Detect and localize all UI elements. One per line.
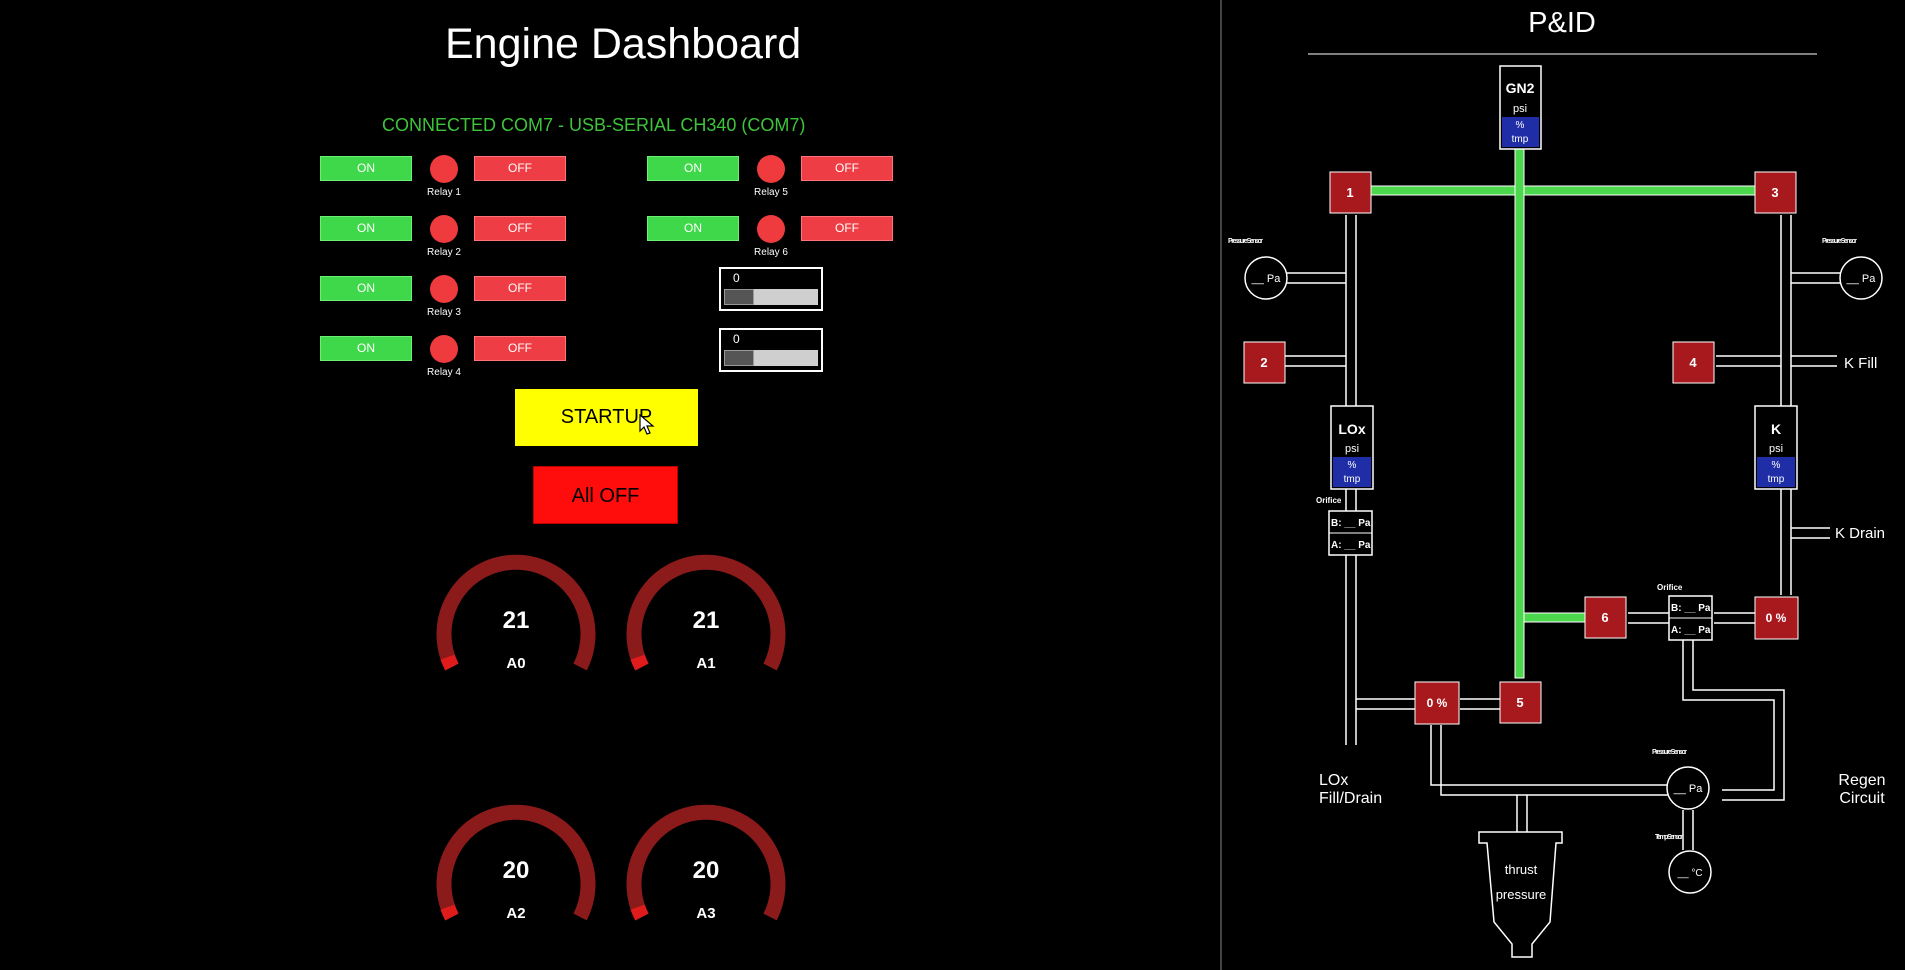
svg-text:__ Pa: __ Pa xyxy=(1846,273,1877,285)
valve-1[interactable]: 1 xyxy=(1329,171,1372,214)
svg-text:Pressure Sensor: Pressure Sensor xyxy=(1228,238,1263,245)
k-drain-label: K Drain xyxy=(1835,525,1885,542)
pressure-sensor-right: Pressure Sensor __ Pa xyxy=(1822,238,1883,300)
gauge-a1-fill xyxy=(630,654,649,671)
k-pct: % xyxy=(1772,460,1781,471)
svg-text:0 %: 0 % xyxy=(1766,611,1787,625)
regen-circuit-label-2: Circuit xyxy=(1839,790,1885,807)
svg-text:Temp Sensor: Temp Sensor xyxy=(1655,834,1683,841)
svg-text:A: __ Pa: A: __ Pa xyxy=(1331,540,1371,551)
svg-text:Orifice: Orifice xyxy=(1316,496,1342,505)
gauge-a0-fill xyxy=(440,654,459,671)
gn2-pct: % xyxy=(1516,120,1525,131)
lox-name: LOx xyxy=(1338,421,1365,437)
lox-fill-drain-label-1: LOx xyxy=(1319,772,1348,789)
valve-2[interactable]: 2 xyxy=(1243,341,1286,384)
gn2-psi: psi xyxy=(1513,103,1527,115)
k-name: K xyxy=(1771,421,1781,437)
gauge-a1-label: A1 xyxy=(696,655,716,672)
valve-3[interactable]: 3 xyxy=(1754,171,1797,214)
svg-text:4: 4 xyxy=(1689,355,1697,370)
valve-4[interactable]: 4 xyxy=(1672,341,1715,384)
svg-text:__ Pa: __ Pa xyxy=(1673,783,1704,795)
gauge-a0-value: 21 xyxy=(502,607,530,634)
k-tmp: tmp xyxy=(1768,474,1785,485)
gauges-layer xyxy=(436,554,786,921)
k-tank: K psi % tmp xyxy=(1754,405,1798,490)
svg-text:Orifice: Orifice xyxy=(1657,583,1683,592)
svg-text:1: 1 xyxy=(1346,185,1353,200)
lox-tank: LOx psi % tmp xyxy=(1330,405,1374,490)
lox-psi: psi xyxy=(1345,443,1359,455)
gauge-a1-value: 21 xyxy=(692,607,720,634)
gauge-a2-value: 20 xyxy=(502,857,530,884)
k-fill-label: K Fill xyxy=(1844,355,1877,372)
valve-lox-main[interactable]: 0 % xyxy=(1414,681,1460,725)
svg-text:Pressure Sensor: Pressure Sensor xyxy=(1822,238,1857,245)
svg-text:2: 2 xyxy=(1260,355,1267,370)
valve-5[interactable]: 5 xyxy=(1499,681,1542,724)
k-psi: psi xyxy=(1769,443,1783,455)
svg-text:B: __ Pa: B: __ Pa xyxy=(1671,603,1711,614)
svg-text:B: __ Pa: B: __ Pa xyxy=(1331,518,1371,529)
svg-text:__ Pa: __ Pa xyxy=(1251,273,1282,285)
svg-text:thrust: thrust xyxy=(1505,862,1538,877)
svg-text:5: 5 xyxy=(1516,695,1523,710)
lox-tmp: tmp xyxy=(1344,474,1361,485)
gauge-a0-label: A0 xyxy=(506,655,526,672)
orifice-right: Orifice B: __ Pa A: __ Pa xyxy=(1657,583,1713,641)
svg-text:0 %: 0 % xyxy=(1427,696,1448,710)
pressure-sensor-left: Pressure Sensor __ Pa xyxy=(1228,238,1288,300)
svg-text:3: 3 xyxy=(1771,185,1778,200)
lox-pct: % xyxy=(1348,460,1357,471)
gn2-name: GN2 xyxy=(1506,80,1535,96)
gauge-a2-fill xyxy=(440,904,459,921)
valve-6[interactable]: 6 xyxy=(1584,596,1627,639)
pressure-sensor-bottom: Pressure Sensor __ Pa xyxy=(1652,749,1710,810)
gauge-a3-label: A3 xyxy=(696,905,716,922)
gauge-a3-fill xyxy=(630,904,649,921)
pid-diagram: P&ID GN2 psi % tmp LOx psi % tmp K psi %… xyxy=(1228,7,1886,958)
svg-text:A: __ Pa: A: __ Pa xyxy=(1671,625,1711,636)
lox-fill-drain-label-2: Fill/Drain xyxy=(1319,790,1382,807)
orifice-left: Orifice B: __ Pa A: __ Pa xyxy=(1316,496,1373,556)
gn2-tank: GN2 psi % tmp xyxy=(1499,65,1542,150)
valve-k-main[interactable]: 0 % xyxy=(1754,596,1799,640)
svg-text:pressure: pressure xyxy=(1496,887,1547,902)
gauge-a2-label: A2 xyxy=(506,905,526,922)
svg-text:__ °C: __ °C xyxy=(1676,868,1702,879)
svg-text:6: 6 xyxy=(1601,610,1608,625)
gauge-a3-value: 20 xyxy=(692,857,720,884)
regen-circuit-label-1: Regen xyxy=(1838,772,1885,789)
thrust-chamber: thrust pressure xyxy=(1478,831,1563,958)
gn2-tmp: tmp xyxy=(1512,134,1529,145)
pid-title: P&ID xyxy=(1528,7,1596,39)
svg-text:Pressure Sensor: Pressure Sensor xyxy=(1652,749,1687,756)
